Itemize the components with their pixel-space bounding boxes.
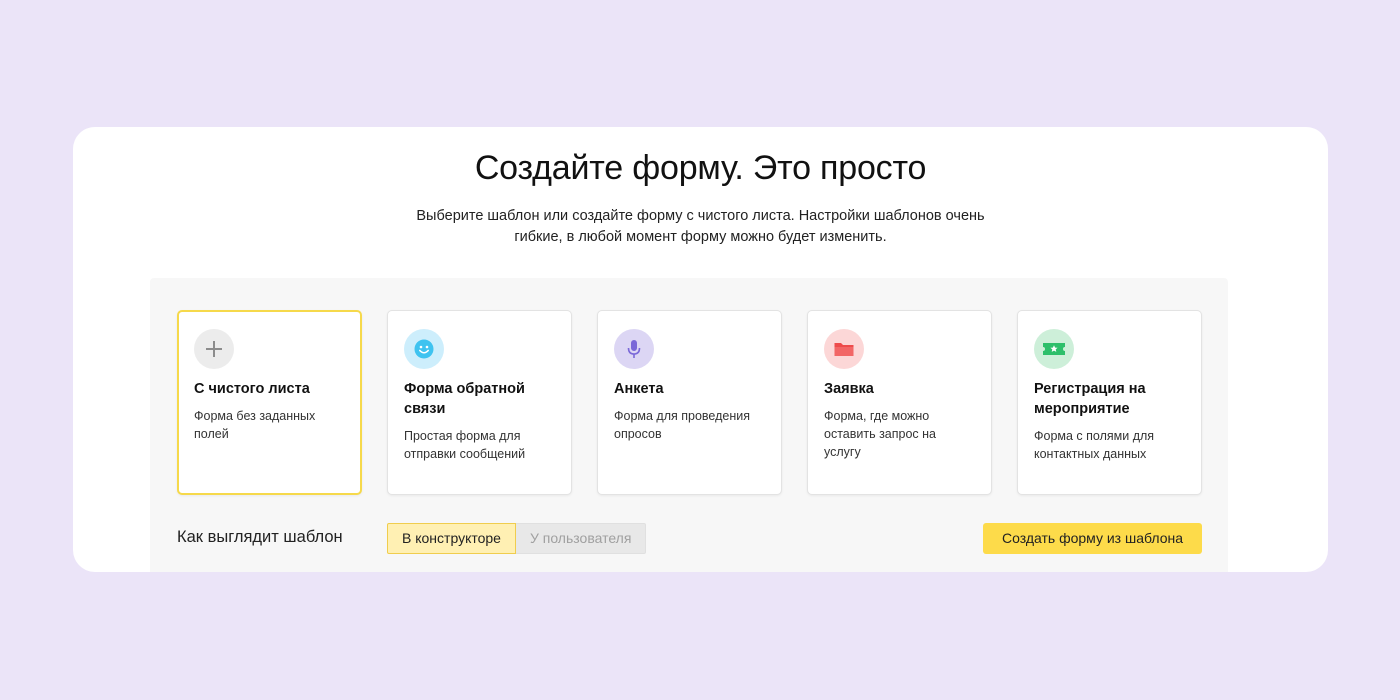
preview-mode-user[interactable]: У пользователя: [515, 523, 647, 554]
template-description: Форма, где можно оставить запрос на услу…: [824, 409, 937, 459]
template-card-feedback[interactable]: Форма обратной связи Простая форма для о…: [387, 310, 572, 495]
preview-mode-constructor[interactable]: В конструкторе: [387, 523, 516, 554]
content-card: Создайте форму. Это просто Выберите шабл…: [73, 127, 1328, 572]
create-form-button[interactable]: Создать форму из шаблона: [983, 523, 1202, 554]
template-name: Регистрация на мероприятие: [1034, 381, 1146, 417]
templates-panel: С чистого листа Форма без заданных полей…: [150, 278, 1228, 572]
page-subtitle: Выберите шаблон или создайте форму с чис…: [416, 208, 985, 245]
template-card-event-registration[interactable]: Регистрация на мероприятие Форма с полям…: [1017, 310, 1202, 495]
template-description: Простая форма для отправки сообщений: [404, 429, 526, 461]
template-description: Форма без заданных полей: [194, 409, 316, 441]
template-name: Заявка: [824, 381, 874, 397]
template-card-questionnaire[interactable]: Анкета Форма для проведения опросов: [597, 310, 782, 495]
preview-mode-switch: В конструкторе У пользователя: [387, 523, 647, 554]
template-card-request[interactable]: Заявка Форма, где можно оставить запрос …: [807, 310, 992, 495]
smiley-icon: [404, 329, 444, 369]
template-preview-label: Как выглядит шаблон: [177, 528, 343, 546]
template-name: Форма обратной связи: [404, 381, 525, 417]
folder-icon: [824, 329, 864, 369]
template-card-blank[interactable]: С чистого листа Форма без заданных полей: [177, 310, 362, 495]
page-background: Создайте форму. Это просто Выберите шабл…: [0, 0, 1400, 700]
ticket-icon: [1034, 329, 1074, 369]
plus-icon: [194, 329, 234, 369]
template-description: Форма с полями для контактных данных: [1034, 429, 1155, 461]
microphone-icon: [614, 329, 654, 369]
template-name: Анкета: [614, 381, 664, 397]
template-description: Форма для проведения опросов: [614, 409, 751, 441]
page-title: Создайте форму. Это просто: [474, 149, 927, 187]
template-name: С чистого листа: [194, 381, 310, 397]
